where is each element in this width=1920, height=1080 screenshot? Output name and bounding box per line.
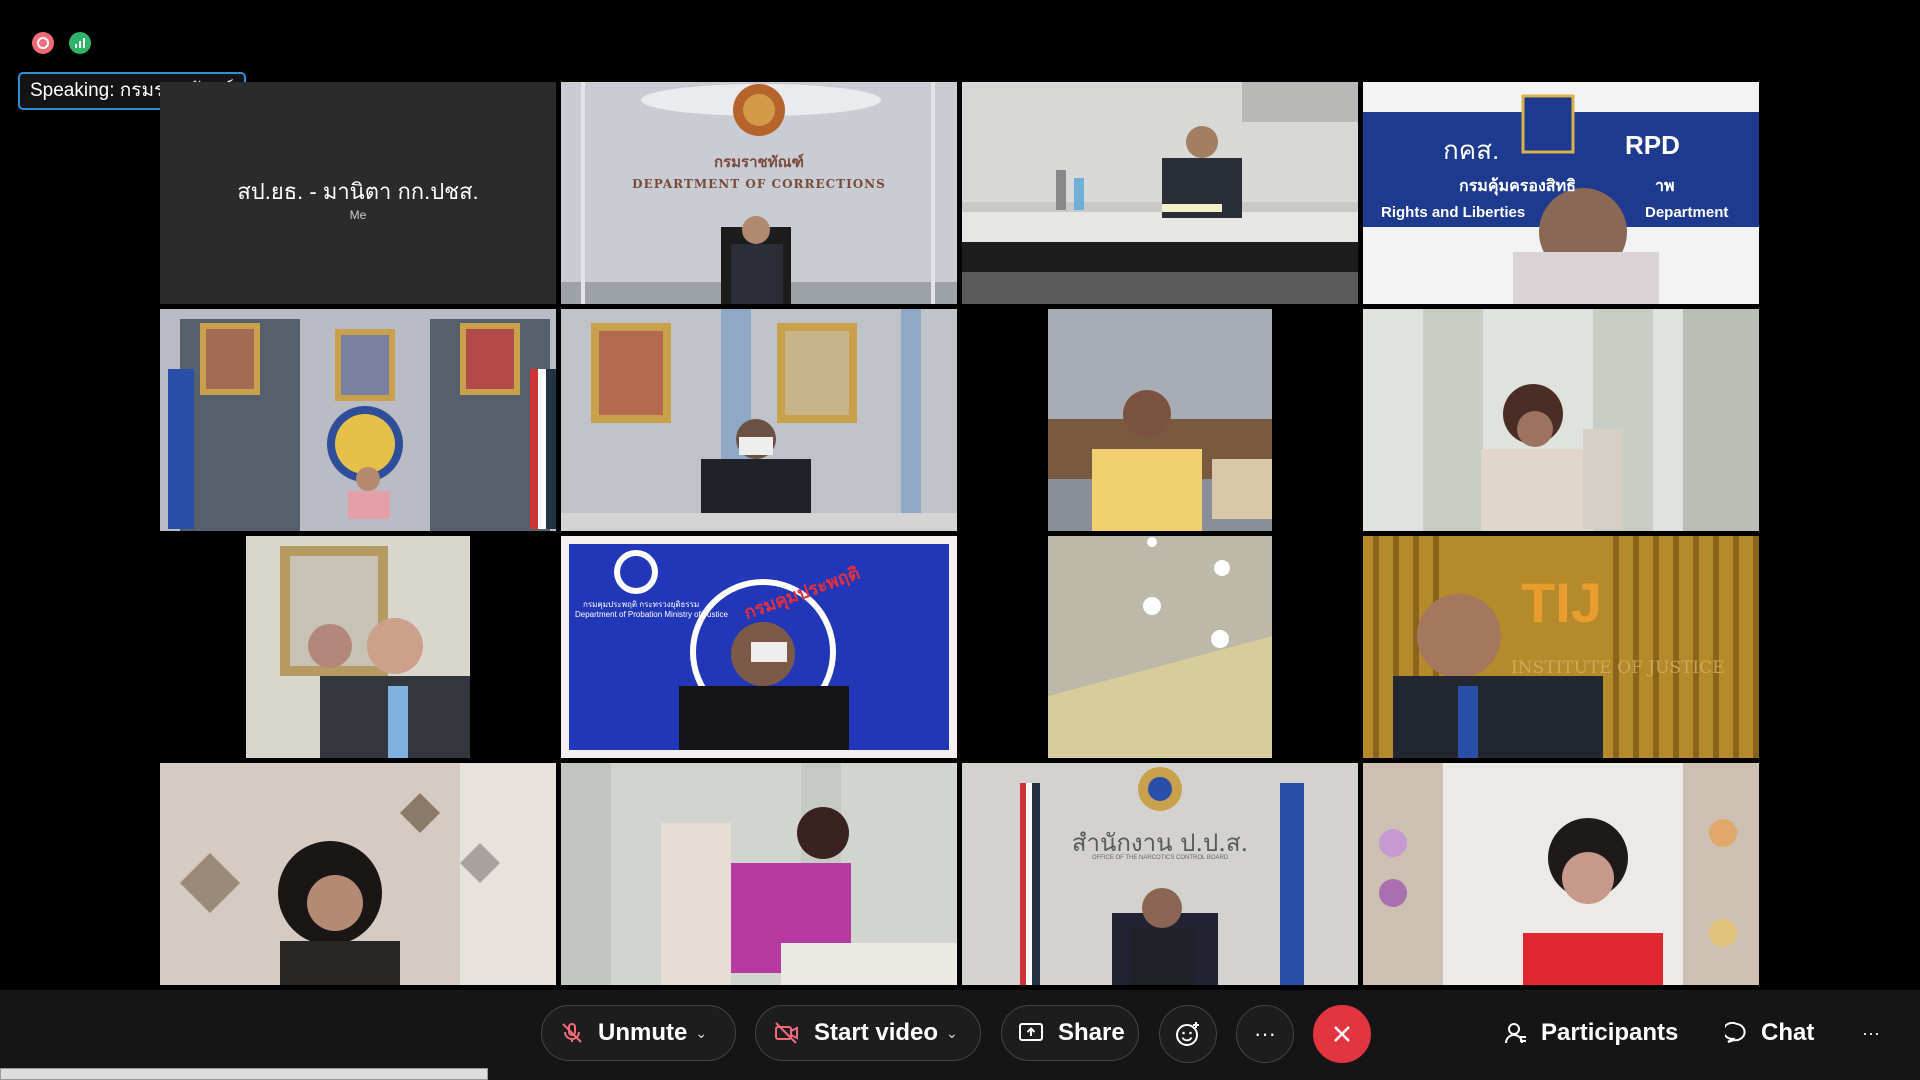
sign-line2-end: าพ — [1655, 178, 1675, 195]
leave-meeting-button[interactable] — [1313, 1005, 1371, 1063]
video-tile-portraits-flags[interactable] — [160, 309, 556, 531]
chat-icon — [1725, 1021, 1746, 1043]
video-tile-oncb[interactable]: สำนักงาน ป.ป.ส. OFFICE OF THE NARCOTICS … — [962, 763, 1358, 985]
video-tile-red-blouse[interactable] — [1363, 763, 1759, 985]
record-icon[interactable] — [32, 32, 54, 54]
overflow-label: ··· — [1862, 1022, 1880, 1043]
video-feed — [962, 763, 1358, 985]
share-label: Share — [1058, 1019, 1125, 1046]
meeting-toolbar: Unmute ⌄ Start video ⌄ Share ··· Partici… — [0, 990, 1920, 1080]
close-icon — [1334, 1026, 1350, 1042]
video-tile-probation[interactable]: กรมคุมประพฤติ กรมคุมประพฤติ กระทรวงยุติธ… — [561, 536, 957, 758]
sign-line3-end: Department — [1645, 204, 1729, 221]
video-feed — [160, 763, 556, 985]
video-tile-self[interactable]: สป.ยธ. - มานิตา กก.ปชส. Me — [160, 82, 556, 304]
video-tile-rights-liberties[interactable]: กคส. RPD กรมคุ้มครองสิทธิ าพ Rights and … — [1363, 82, 1759, 304]
chevron-down-icon[interactable]: ⌄ — [946, 1025, 958, 1042]
video-tile-yellow-shirt[interactable] — [962, 309, 1358, 531]
participant-me-label: Me — [349, 208, 367, 222]
sign-thai: กคส. — [1443, 135, 1500, 165]
sign-english: RPD — [1625, 130, 1680, 160]
start-video-label: Start video — [814, 1019, 939, 1046]
participants-icon — [1505, 1023, 1526, 1044]
video-tile-office-desk[interactable] — [962, 82, 1358, 304]
video-off-icon — [775, 1022, 798, 1044]
share-screen-icon — [1019, 1023, 1043, 1041]
video-feed — [561, 82, 957, 304]
sign-logo: TIJ — [1521, 571, 1602, 634]
overflow-menu-button[interactable]: ··· — [1862, 1005, 1880, 1061]
chat-button[interactable]: Chat — [1725, 1005, 1814, 1061]
reactions-button[interactable] — [1159, 1005, 1217, 1063]
video-feed — [561, 309, 957, 531]
more-options-button[interactable]: ··· — [1236, 1005, 1294, 1063]
video-feed — [962, 536, 1358, 758]
video-feed — [160, 309, 556, 531]
sign-small-english: INSTITUTE OF JUSTICE — [1511, 658, 1725, 678]
minimized-window-strip[interactable] — [0, 1068, 488, 1080]
video-tile-ceiling[interactable] — [962, 536, 1358, 758]
emoji-icon — [1176, 1022, 1199, 1046]
chevron-down-icon[interactable]: ⌄ — [695, 1025, 707, 1042]
video-feed — [1363, 309, 1759, 531]
more-label: ··· — [1254, 1021, 1276, 1046]
chat-label: Chat — [1761, 1019, 1815, 1046]
unmute-button[interactable]: Unmute ⌄ — [541, 1005, 736, 1061]
sign-english: DEPARTMENT OF CORRECTIONS — [632, 177, 886, 191]
participant-name: สป.ยธ. - มานิตา กก.ปชส. — [237, 179, 479, 204]
video-tile-corrections[interactable]: กรมราชทัณฑ์ DEPARTMENT OF CORRECTIONS — [561, 82, 957, 304]
mic-muted-icon — [562, 1023, 582, 1043]
sign-small-english: OFFICE OF THE NARCOTICS CONTROL BOARD — [1091, 855, 1229, 861]
video-tile-tij[interactable]: TIJ INSTITUTE OF JUSTICE — [1363, 536, 1759, 758]
video-feed — [561, 763, 957, 985]
unmute-label: Unmute — [598, 1019, 688, 1046]
video-tile-mirror-wall[interactable] — [160, 763, 556, 985]
video-tile-glasses-official[interactable] — [160, 536, 556, 758]
start-video-button[interactable]: Start video ⌄ — [755, 1005, 981, 1061]
sign-line2: กรมคุ้มครองสิทธิ — [1459, 178, 1576, 195]
sign-line3: Rights and Liberties — [1381, 204, 1526, 221]
participants-button[interactable]: Participants — [1503, 1005, 1678, 1061]
video-grid: สป.ยธ. - มานิตา กก.ปชส. Me กรมราชทัณฑ์ D… — [160, 82, 1761, 988]
video-tile-masked-official[interactable] — [561, 309, 957, 531]
share-button[interactable]: Share — [1001, 1005, 1139, 1061]
video-feed — [962, 309, 1358, 531]
video-feed — [962, 82, 1358, 304]
video-tile-cabinet-room[interactable] — [1363, 309, 1759, 531]
network-stats-icon[interactable] — [69, 32, 91, 54]
participants-label: Participants — [1541, 1019, 1679, 1046]
video-tile-pink-desk[interactable] — [561, 763, 957, 985]
video-feed — [160, 536, 556, 758]
sign-small-english: Department of Probation Ministry of Just… — [575, 610, 728, 619]
video-feed — [561, 536, 957, 758]
sign-thai: กรมราชทัณฑ์ — [714, 153, 804, 171]
video-feed — [1363, 763, 1759, 985]
